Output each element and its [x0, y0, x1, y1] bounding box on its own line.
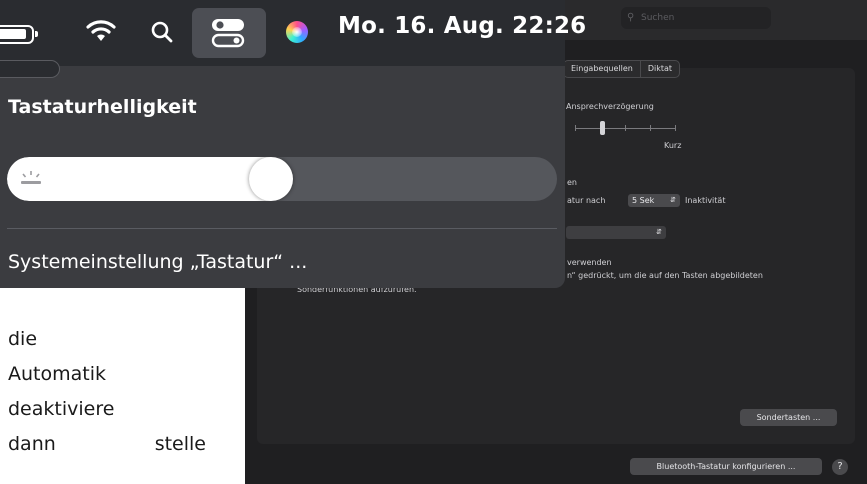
- bluetooth-keyboard-button[interactable]: Bluetooth-Tastatur konfigurieren ...: [630, 458, 822, 475]
- window-edge: [0, 60, 60, 78]
- control-center-icon[interactable]: [210, 17, 246, 49]
- prefs-search-field[interactable]: ⚲ Suchen: [621, 7, 771, 29]
- panel-divider: [7, 228, 557, 229]
- repeat-delay-label: Ansprechverzögerung: [566, 102, 654, 111]
- panel-title: Tastaturhelligkeit: [8, 96, 197, 118]
- siri-icon[interactable]: [286, 21, 308, 43]
- battery-level-fill: [0, 29, 26, 39]
- keyboard-backlight-icon: [21, 171, 41, 184]
- backlight-off-prefix: atur nach: [567, 196, 606, 205]
- help-button[interactable]: ?: [832, 459, 848, 475]
- prefs-search-placeholder: Suchen: [641, 13, 675, 23]
- brightness-slider-fill: [7, 157, 271, 201]
- text-word: stelle: [154, 433, 206, 455]
- repeat-delay-slider-knob[interactable]: [600, 121, 605, 135]
- tab-eingabequellen[interactable]: Eingabequellen: [564, 61, 641, 77]
- text-line: deaktiviere: [8, 398, 115, 420]
- search-icon: ⚲: [627, 12, 635, 23]
- slider-tick: [650, 125, 651, 131]
- battery-icon[interactable]: [0, 25, 38, 44]
- backlight-off-value: 5 Sek: [632, 196, 655, 205]
- brightness-slider-knob[interactable]: [249, 157, 293, 201]
- backlight-off-select[interactable]: 5 Sek ⇵: [628, 194, 680, 207]
- text-word: dann: [8, 433, 56, 455]
- tab-diktat[interactable]: Diktat: [641, 61, 679, 77]
- fn-key-select[interactable]: ⇵: [566, 226, 666, 239]
- keyboard-brightness-panel: Tastaturhelligkeit Systemeinstellung „Ta…: [0, 60, 565, 288]
- text-line-justified: dann stelle: [8, 427, 206, 462]
- menubar-clock[interactable]: Mo. 16. Aug. 22:26: [338, 13, 586, 39]
- fn-use-label: verwenden: [567, 258, 612, 267]
- document-text: die Automatik deaktiviere dann stelle: [8, 322, 208, 462]
- menu-bar: Mo. 16. Aug. 22:26: [0, 0, 586, 66]
- slider-tick: [675, 125, 676, 131]
- keyboard-brightness-slider[interactable]: [7, 157, 557, 201]
- section-label: en: [567, 178, 577, 187]
- text-line: die: [8, 328, 38, 350]
- modifier-keys-button[interactable]: Sondertasten ...: [740, 409, 837, 426]
- prefs-tabbar: Eingabequellen Diktat: [563, 60, 681, 78]
- slider-tick: [575, 125, 576, 131]
- keyboard-settings-link[interactable]: Systemeinstellung „Tastatur“ ...: [8, 251, 307, 273]
- chevron-updown-icon: ⇵: [656, 228, 662, 236]
- short-label: Kurz: [664, 141, 682, 150]
- text-line: Automatik: [8, 363, 106, 385]
- wifi-icon[interactable]: [86, 18, 116, 44]
- chevron-updown-icon: ⇵: [670, 196, 676, 204]
- spotlight-search-icon[interactable]: [150, 20, 174, 44]
- battery-nub: [35, 31, 38, 37]
- fn-description: n“ gedrückt, um die auf den Tasten abgeb…: [567, 271, 763, 280]
- backlight-off-suffix: Inaktivität: [685, 196, 726, 205]
- slider-tick: [625, 125, 626, 131]
